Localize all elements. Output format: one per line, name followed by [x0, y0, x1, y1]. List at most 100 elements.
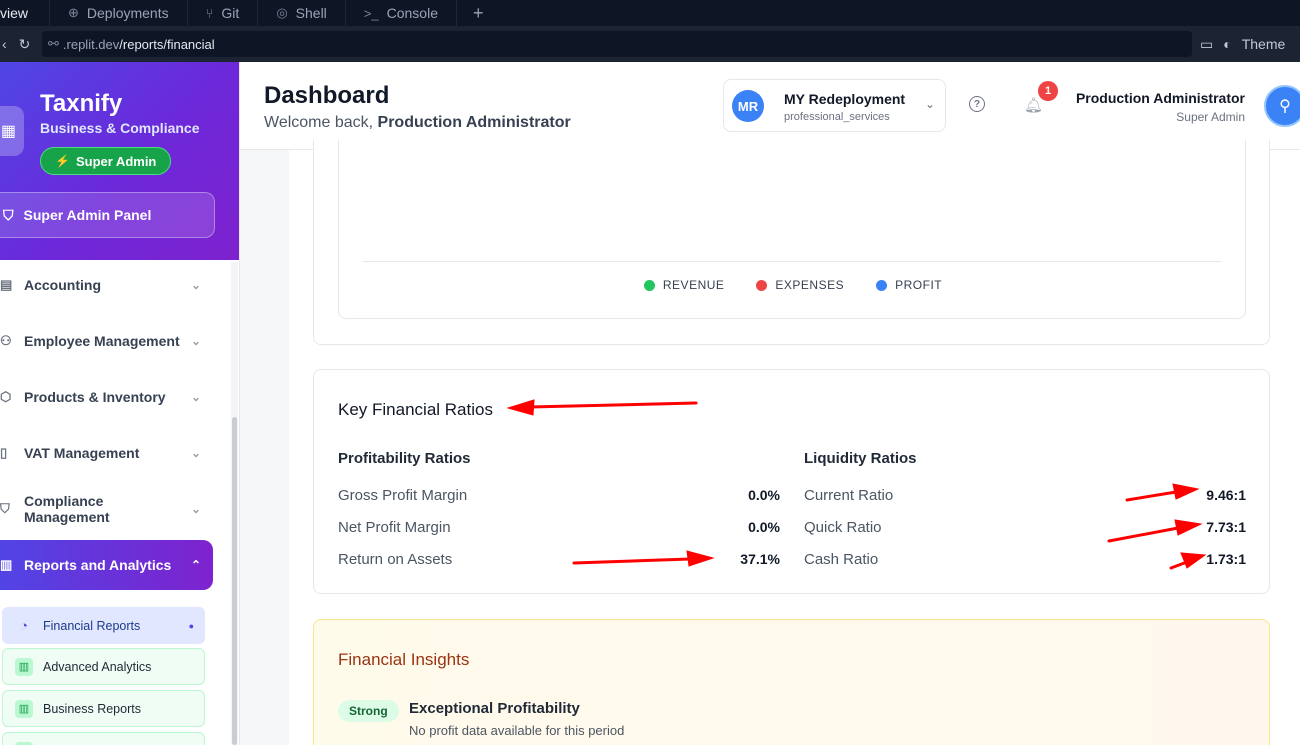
org-avatar: MR [732, 90, 764, 122]
reload-icon[interactable]: ↻ [19, 36, 31, 53]
welcome-message: Welcome back, Production Administrator [264, 114, 571, 132]
new-tab-button[interactable]: + [457, 3, 500, 24]
bell-icon[interactable]: 🔔︎ [1024, 96, 1043, 114]
chart-x-axis [363, 261, 1221, 262]
user-avatar[interactable]: ⚲ [1264, 85, 1300, 127]
ratios-title: Key Financial Ratios [338, 400, 493, 419]
chart-area: REVENUE EXPENSES PROFIT [338, 140, 1246, 319]
sidebar-subitem-advanced-analytics[interactable]: ▥ Advanced Analytics [2, 648, 205, 685]
sidebar-item-reports-and-analytics[interactable]: ▥ Reports and Analytics ⌃ [0, 540, 213, 590]
url-host: .replit.dev [62, 36, 120, 52]
chevron-up-icon: ⌃ [191, 558, 202, 572]
subitem-label: Business Reports [43, 701, 141, 716]
ratio-value: 7.73:1 [1206, 519, 1246, 535]
org-type: professional_services [784, 111, 890, 123]
help-icon[interactable]: ? [969, 96, 985, 112]
tab-preview[interactable]: view [0, 0, 50, 26]
shield-icon: ⛉ [3, 206, 14, 223]
role-badge: ⚡ Super Admin [40, 147, 172, 175]
url-path: /reports/financial [119, 36, 215, 52]
bar-chart-icon: ▥ [15, 741, 33, 745]
sidebar-subitem-business-reports[interactable]: ▥ Business Reports [2, 690, 205, 727]
tab-git[interactable]: ⑂ Git [188, 0, 259, 26]
legend-profit[interactable]: PROFIT [876, 278, 942, 292]
console-icon: >_ [363, 5, 379, 21]
ratio-row: Return on Assets 37.1% [338, 549, 780, 569]
ratio-value: 1.73:1 [1206, 551, 1246, 567]
legend-label: PROFIT [895, 278, 943, 292]
chart-card: REVENUE EXPENSES PROFIT [313, 140, 1270, 345]
browser-tab-bar: view ⊕ Deployments ⑂ Git ◎ Shell >_ Console … [0, 0, 1300, 26]
organization-switcher[interactable]: MR MY Redeployment professional_services… [723, 79, 946, 132]
super-admin-panel-button[interactable]: ⛉ Super Admin Panel [0, 192, 215, 238]
toolbar-right: ▭ ◐ Theme [1200, 36, 1285, 53]
url-field[interactable]: ⚯ .replit.dev/reports/financial [42, 31, 1192, 57]
sidebar-header: ▦ Taxnify Business & Compliance ⚡ Super A… [0, 62, 239, 260]
legend-label: REVENUE [662, 278, 725, 292]
sidebar-item-label: Compliance Management [24, 493, 110, 525]
sidebar-item-label: Employee Management [24, 333, 180, 349]
devices-icon[interactable]: ▭ [1200, 36, 1213, 53]
ratio-label: Current Ratio [804, 486, 894, 504]
tab-deployments[interactable]: ⊕ Deployments [50, 0, 188, 26]
git-icon: ⑂ [205, 5, 214, 21]
tab-label: view [0, 5, 29, 21]
scrollbar-thumb[interactable] [232, 417, 237, 745]
palette-icon[interactable]: ◐ [1223, 36, 1231, 52]
tab-label: Git [221, 5, 240, 21]
deploy-icon: ⊕ [68, 5, 79, 20]
link-icon: ⚯ [48, 36, 59, 51]
tab-label: Deployments [86, 5, 169, 21]
ratio-label: Quick Ratio [804, 518, 882, 536]
tab-label: Console [386, 5, 438, 21]
top-header: Dashboard Welcome back, Production Admin… [240, 62, 1300, 150]
theme-label[interactable]: Theme [1242, 36, 1286, 52]
insight-heading: Exceptional Profitability [409, 700, 580, 717]
sidebar-subitem-financial-reports[interactable]: ◔ Financial Reports ● [2, 607, 205, 644]
chevron-down-icon: ⌄ [191, 446, 202, 460]
org-name: MY Redeployment [784, 91, 906, 107]
ratio-row: Gross Profit Margin 0.0% [338, 485, 780, 505]
users-icon: ⚇ [0, 333, 12, 348]
sidebar-item-vat-management[interactable]: ▯ VAT Management ⌄ [0, 430, 213, 476]
nav-buttons: ‹ ↻ [0, 36, 40, 53]
chevron-down-icon: ⌄ [191, 334, 202, 348]
tab-shell[interactable]: ◎ Shell [258, 0, 346, 26]
sidebar-item-label: Products & Inventory [24, 389, 166, 405]
sidebar-item-label: VAT Management [24, 445, 140, 461]
ratio-label: Gross Profit Margin [338, 486, 468, 504]
bar-chart-icon: ▥ [15, 699, 33, 718]
legend-swatch [876, 279, 888, 291]
pie-chart-icon: ◔ [20, 618, 28, 633]
legend-revenue[interactable]: REVENUE [643, 278, 725, 292]
chevron-down-icon: ⌄ [924, 97, 935, 111]
tab-console[interactable]: >_ Console [346, 0, 457, 26]
page-title: Dashboard [264, 82, 390, 109]
financial-insights-card: Financial Insights Strong Exceptional Pr… [313, 619, 1270, 745]
sidebar-item-products-inventory[interactable]: ⬡ Products & Inventory ⌄ [0, 374, 213, 420]
chevron-down-icon: ⌄ [191, 390, 202, 404]
box-icon: ⬡ [0, 389, 12, 404]
sidebar-item-employee-management[interactable]: ⚇ Employee Management ⌄ [0, 318, 213, 364]
sidebar-scrollbar[interactable] [231, 262, 238, 745]
sidebar-item-label: Accounting [24, 277, 101, 293]
ratio-row: Net Profit Margin 0.0% [338, 517, 780, 537]
calculator-icon: ▤ [0, 277, 13, 292]
profitability-title: Profitability Ratios [338, 450, 471, 467]
role-badge-label: Super Admin [75, 153, 157, 169]
bar-chart-icon: ▥ [15, 657, 33, 676]
sidebar-subitem-next[interactable]: ▥ [2, 732, 205, 745]
user-icon: ⚲ [1279, 98, 1291, 115]
back-icon[interactable]: ‹ [2, 36, 7, 53]
welcome-prefix: Welcome back, [264, 114, 374, 131]
building-icon: ▦ [0, 106, 24, 156]
legend-expenses[interactable]: EXPENSES [756, 278, 844, 292]
ratio-label: Return on Assets [338, 550, 453, 568]
legend-swatch [756, 279, 768, 291]
chart-icon: ▥ [0, 557, 13, 572]
insights-title: Financial Insights [338, 650, 470, 669]
ratio-row: Cash Ratio 1.73:1 [804, 549, 1246, 569]
sidebar-item-compliance-management[interactable]: ⛉ Compliance Management ⌄ [0, 486, 213, 532]
receipt-icon: ▯ [0, 445, 8, 460]
sidebar-item-accounting[interactable]: ▤ Accounting ⌄ [0, 262, 213, 308]
